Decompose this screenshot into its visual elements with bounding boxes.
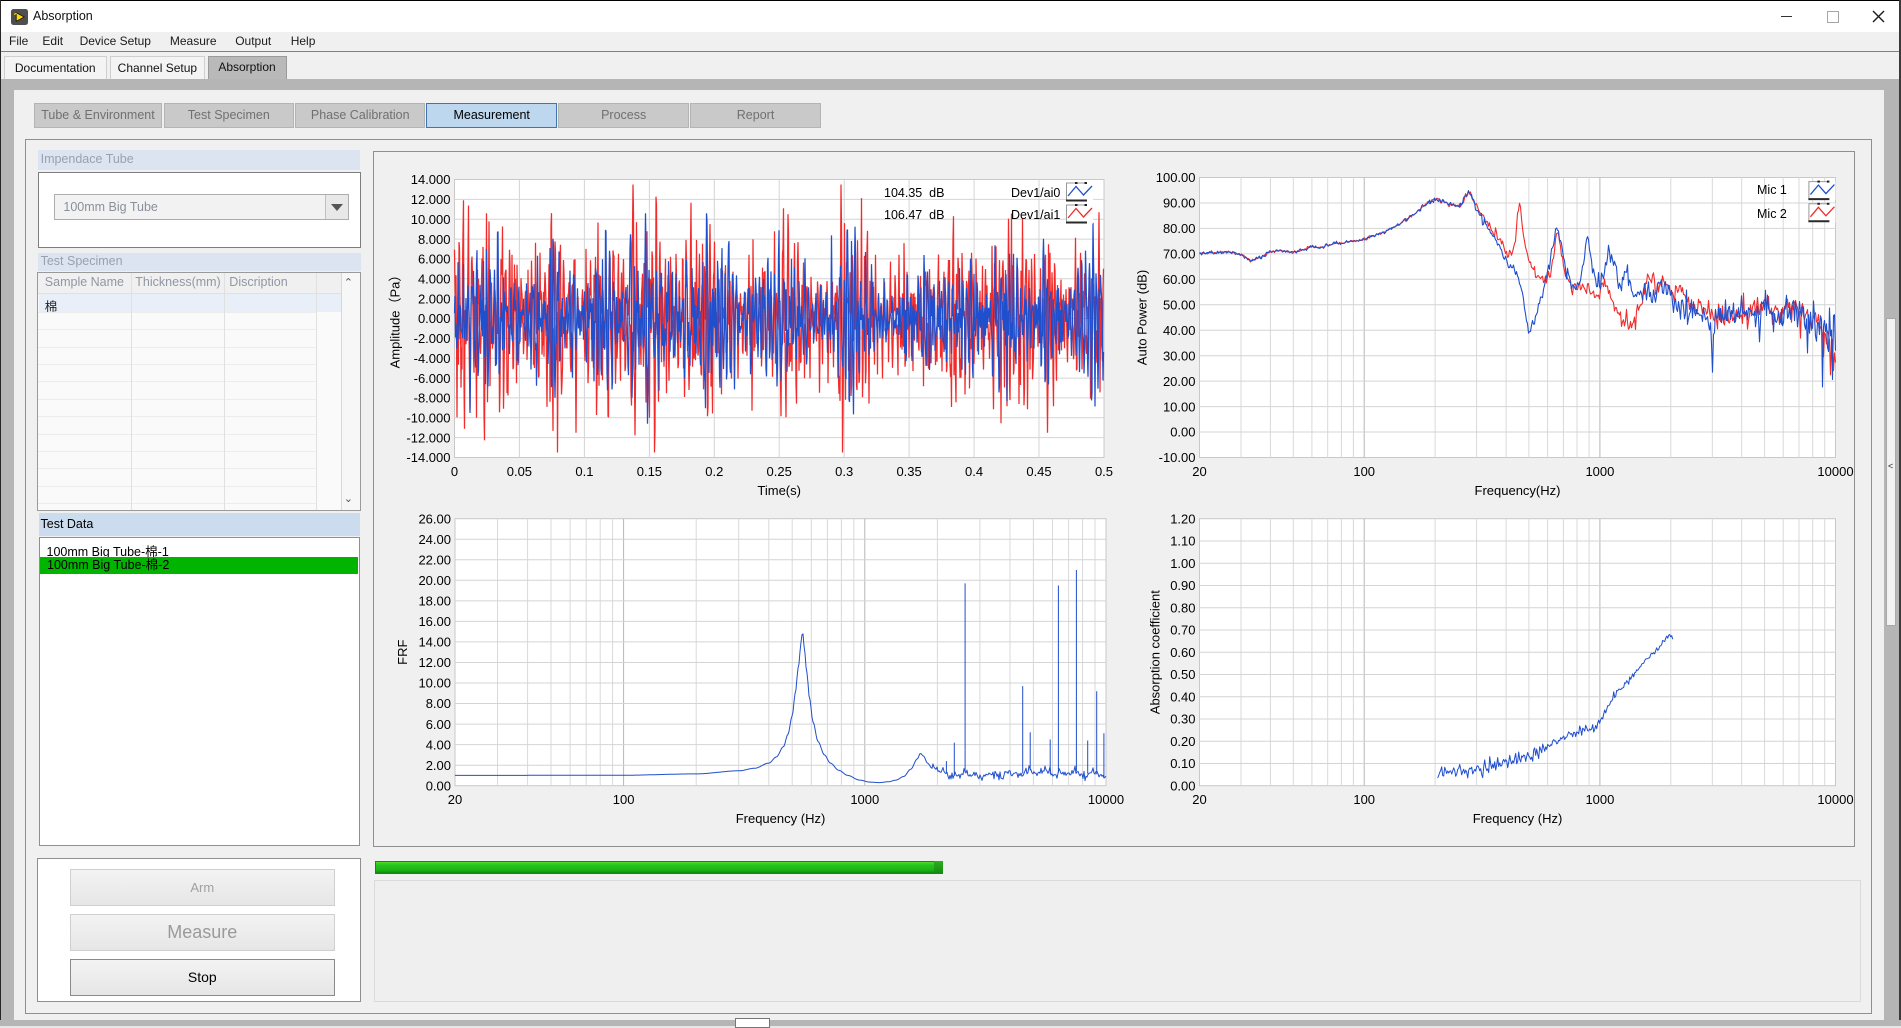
svg-text:Frequency (Hz): Frequency (Hz) <box>736 811 826 826</box>
svg-text:4.000: 4.000 <box>418 272 451 287</box>
svg-text:0.00: 0.00 <box>1170 778 1195 793</box>
svg-text:1000: 1000 <box>850 792 879 807</box>
svg-text:10.00: 10.00 <box>1163 399 1196 414</box>
svg-text:0.45: 0.45 <box>1026 464 1051 479</box>
svg-text:-8.000: -8.000 <box>414 391 451 406</box>
svg-text:0.2: 0.2 <box>705 464 723 479</box>
svg-text:0.1: 0.1 <box>575 464 593 479</box>
svg-text:1.20: 1.20 <box>1170 511 1195 526</box>
svg-text:-14.000: -14.000 <box>406 450 450 465</box>
svg-text:10.00: 10.00 <box>418 676 451 691</box>
svg-text:-4.000: -4.000 <box>414 351 451 366</box>
svg-text:8.00: 8.00 <box>426 696 451 711</box>
svg-text:0.70: 0.70 <box>1170 623 1195 638</box>
svg-text:60.00: 60.00 <box>1163 272 1196 287</box>
svg-text:Frequency(Hz): Frequency(Hz) <box>1475 483 1561 498</box>
svg-text:16.00: 16.00 <box>418 614 451 629</box>
svg-text:Mic 2: Mic 2 <box>1757 207 1787 221</box>
svg-text:4.00: 4.00 <box>426 737 451 752</box>
svg-text:40.00: 40.00 <box>1163 323 1196 338</box>
svg-text:24.00: 24.00 <box>418 532 451 547</box>
svg-text:20: 20 <box>1192 792 1206 807</box>
svg-text:70.00: 70.00 <box>1163 247 1196 262</box>
svg-text:20.00: 20.00 <box>1163 374 1196 389</box>
svg-text:100: 100 <box>1353 792 1375 807</box>
svg-text:0.5: 0.5 <box>1095 464 1113 479</box>
svg-text:100: 100 <box>613 792 635 807</box>
svg-text:20: 20 <box>448 792 462 807</box>
svg-text:6.000: 6.000 <box>418 252 451 267</box>
svg-text:Dev1/ai0: Dev1/ai0 <box>1011 186 1060 200</box>
svg-text:10000: 10000 <box>1088 792 1124 807</box>
svg-text:0.000: 0.000 <box>418 311 451 326</box>
svg-text:-10.000: -10.000 <box>406 411 450 426</box>
svg-text:22.00: 22.00 <box>418 553 451 568</box>
svg-text:0.3: 0.3 <box>835 464 853 479</box>
svg-text:0.4: 0.4 <box>965 464 983 479</box>
svg-text:0.50: 0.50 <box>1170 667 1195 682</box>
svg-text:100.00: 100.00 <box>1156 170 1196 185</box>
svg-text:1000: 1000 <box>1585 464 1614 479</box>
svg-text:0.05: 0.05 <box>507 464 532 479</box>
svg-text:Dev1/ai1: Dev1/ai1 <box>1011 208 1060 222</box>
svg-text:0.00: 0.00 <box>426 778 451 793</box>
svg-text:1000: 1000 <box>1585 792 1614 807</box>
svg-text:0.10: 0.10 <box>1170 756 1195 771</box>
svg-text:1.10: 1.10 <box>1170 534 1195 549</box>
svg-text:0: 0 <box>451 464 458 479</box>
svg-text:Absorption coefficient: Absorption coefficient <box>1148 590 1163 714</box>
svg-text:FRF: FRF <box>395 640 410 665</box>
svg-text:20.00: 20.00 <box>418 573 451 588</box>
svg-text:12.000: 12.000 <box>411 192 451 207</box>
svg-text:80.00: 80.00 <box>1163 221 1196 236</box>
svg-text:0.20: 0.20 <box>1170 734 1195 749</box>
svg-text:104.35 dB: 104.35 dB <box>884 186 944 200</box>
svg-text:10000: 10000 <box>1817 464 1853 479</box>
svg-text:Time(s): Time(s) <box>757 483 801 498</box>
svg-text:0.15: 0.15 <box>637 464 662 479</box>
svg-text:-10.00: -10.00 <box>1159 450 1196 465</box>
svg-text:0.60: 0.60 <box>1170 645 1195 660</box>
svg-text:Frequency (Hz): Frequency (Hz) <box>1473 811 1563 826</box>
svg-text:Mic 1: Mic 1 <box>1757 183 1787 197</box>
svg-text:8.000: 8.000 <box>418 232 451 247</box>
svg-text:0.40: 0.40 <box>1170 689 1195 704</box>
svg-text:0.90: 0.90 <box>1170 578 1195 593</box>
svg-text:0.30: 0.30 <box>1170 712 1195 727</box>
svg-text:106.47 dB: 106.47 dB <box>884 208 944 222</box>
svg-text:-12.000: -12.000 <box>406 430 450 445</box>
svg-text:12.00: 12.00 <box>418 655 451 670</box>
svg-text:30.00: 30.00 <box>1163 348 1196 363</box>
svg-text:1.00: 1.00 <box>1170 556 1195 571</box>
svg-text:2.00: 2.00 <box>426 758 451 773</box>
svg-text:14.000: 14.000 <box>411 172 451 187</box>
svg-text:26.00: 26.00 <box>418 511 451 526</box>
svg-text:-6.000: -6.000 <box>414 371 451 386</box>
svg-text:14.00: 14.00 <box>418 635 451 650</box>
svg-text:Auto Power (dB): Auto Power (dB) <box>1135 270 1150 365</box>
svg-text:18.00: 18.00 <box>418 594 451 609</box>
svg-text:2.000: 2.000 <box>418 291 451 306</box>
svg-text:6.00: 6.00 <box>426 717 451 732</box>
svg-text:100: 100 <box>1353 464 1375 479</box>
svg-text:90.00: 90.00 <box>1163 196 1196 211</box>
svg-text:50.00: 50.00 <box>1163 298 1196 313</box>
svg-text:0.35: 0.35 <box>896 464 921 479</box>
svg-text:Amplitude（Pa）: Amplitude（Pa） <box>388 269 403 369</box>
svg-text:20: 20 <box>1192 464 1206 479</box>
svg-text:0.80: 0.80 <box>1170 600 1195 615</box>
svg-text:0.25: 0.25 <box>767 464 792 479</box>
svg-text:-2.000: -2.000 <box>414 331 451 346</box>
svg-text:10000: 10000 <box>1817 792 1853 807</box>
svg-text:10.000: 10.000 <box>411 212 451 227</box>
svg-text:0.00: 0.00 <box>1170 425 1195 440</box>
